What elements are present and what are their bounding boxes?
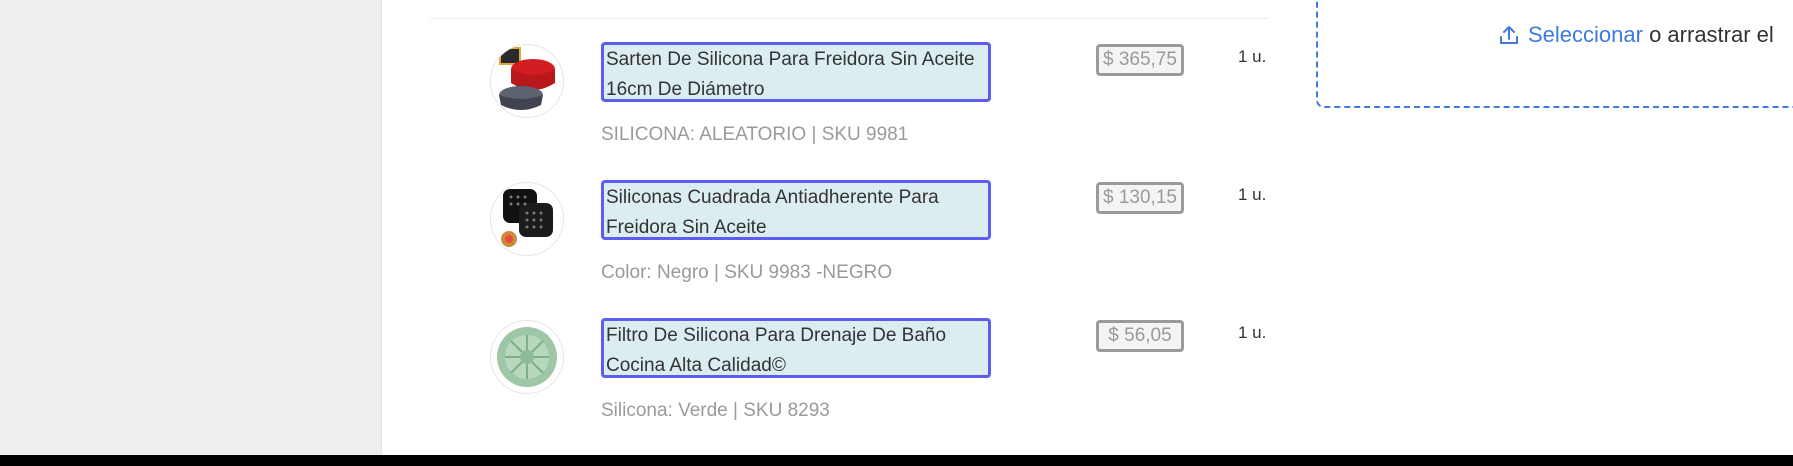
upload-icon[interactable] (1497, 23, 1521, 47)
cart-item: Sarten De Silicona Para Freidora Sin Ace… (490, 42, 1280, 174)
upload-prompt: Seleccionar o arrastrar el (1497, 20, 1774, 50)
product-variant-label: SILICONA: ALEATORIO | SKU 9981 (601, 124, 909, 145)
quantity-label: 1 u. (1238, 185, 1267, 204)
quantity-label: 1 u. (1238, 323, 1267, 342)
square-silicone-mats-icon[interactable] (490, 182, 564, 256)
drag-instruction-text: o arrastrar el (1649, 22, 1774, 47)
cart-item: Siliconas Cuadrada Antiadherente Para Fr… (490, 180, 1280, 312)
product-name-field[interactable]: Sarten De Silicona Para Freidora Sin Ace… (601, 42, 991, 102)
left-gutter (0, 0, 382, 455)
price-field[interactable]: $ 56,05 (1096, 320, 1184, 352)
section-divider (430, 18, 1268, 19)
price-field[interactable]: $ 130,15 (1096, 182, 1184, 214)
silicone-pans-icon[interactable] (490, 44, 564, 118)
page-viewport: Sarten De Silicona Para Freidora Sin Ace… (0, 0, 1793, 455)
upload-dropzone[interactable] (1316, 0, 1793, 108)
cart-item: Filtro De Silicona Para Drenaje De Baño … (490, 318, 1280, 450)
product-variant-label: Silicona: Verde | SKU 8293 (601, 400, 830, 421)
select-file-link[interactable]: Seleccionar (1528, 22, 1643, 48)
product-name-field[interactable]: Siliconas Cuadrada Antiadherente Para Fr… (601, 180, 991, 240)
quantity-label: 1 u. (1238, 47, 1267, 66)
price-field[interactable]: $ 365,75 (1096, 44, 1184, 76)
product-variant-label: Color: Negro | SKU 9983 -NEGRO (601, 262, 893, 283)
product-name-field[interactable]: Filtro De Silicona Para Drenaje De Baño … (601, 318, 991, 378)
green-drain-filter-icon[interactable] (490, 320, 564, 394)
